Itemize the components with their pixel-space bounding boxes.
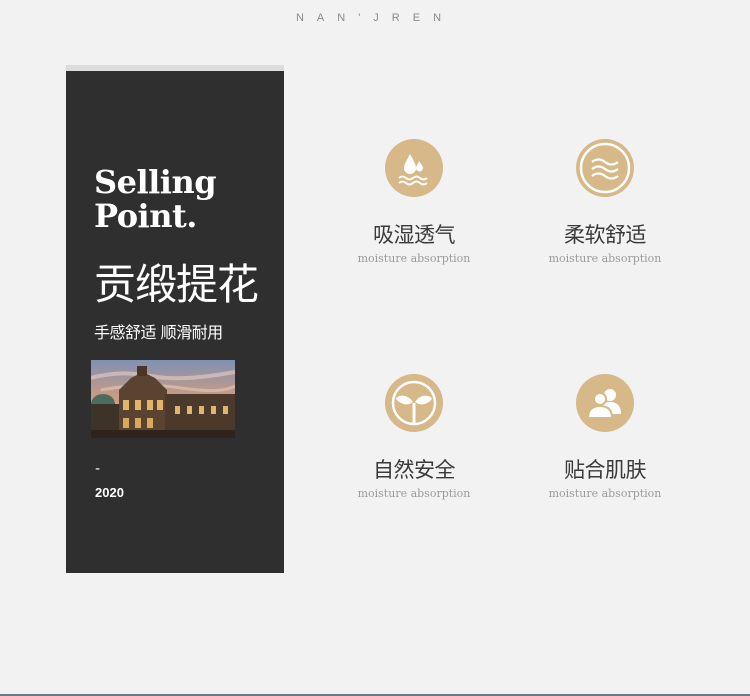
feature-label: 柔软舒适: [564, 223, 647, 247]
soft-waves-icon: [576, 139, 634, 197]
people-icon: [576, 374, 634, 432]
building-photo: [91, 360, 235, 438]
feature-label: 吸湿透气: [373, 223, 456, 247]
feature-natural-safe: 自然安全 moisture absorption: [334, 374, 494, 500]
feature-label: 自然安全: [373, 458, 456, 482]
product-title: 贡缎提花: [94, 260, 259, 309]
year-label: 2020: [95, 485, 124, 500]
feature-subtitle: moisture absorption: [548, 487, 662, 500]
heading-line-2: Point.: [94, 197, 197, 235]
feature-moisture-breathable: 吸湿透气 moisture absorption: [334, 139, 494, 265]
product-subtitle: 手感舒适 顺滑耐用: [94, 323, 223, 342]
selling-point-heading: Selling Point.: [94, 163, 217, 235]
feature-subtitle: moisture absorption: [357, 487, 471, 500]
selling-point-card: Selling Point. 贡缎提花 手感舒适 顺滑耐用 - 2020: [66, 71, 284, 573]
feature-soft-comfort: 柔软舒适 moisture absorption: [525, 139, 685, 265]
feature-skin-friendly: 贴合肌肤 moisture absorption: [525, 374, 685, 500]
divider-dash: -: [95, 461, 101, 477]
water-drop-icon: [385, 139, 443, 197]
feature-subtitle: moisture absorption: [357, 252, 471, 265]
heading-line-1: Selling: [94, 163, 217, 201]
brand-name: NAN'JREN: [295, 12, 455, 24]
feature-label: 贴合肌肤: [564, 458, 647, 482]
feature-subtitle: moisture absorption: [548, 252, 662, 265]
leaf-sprout-icon: [385, 374, 443, 432]
